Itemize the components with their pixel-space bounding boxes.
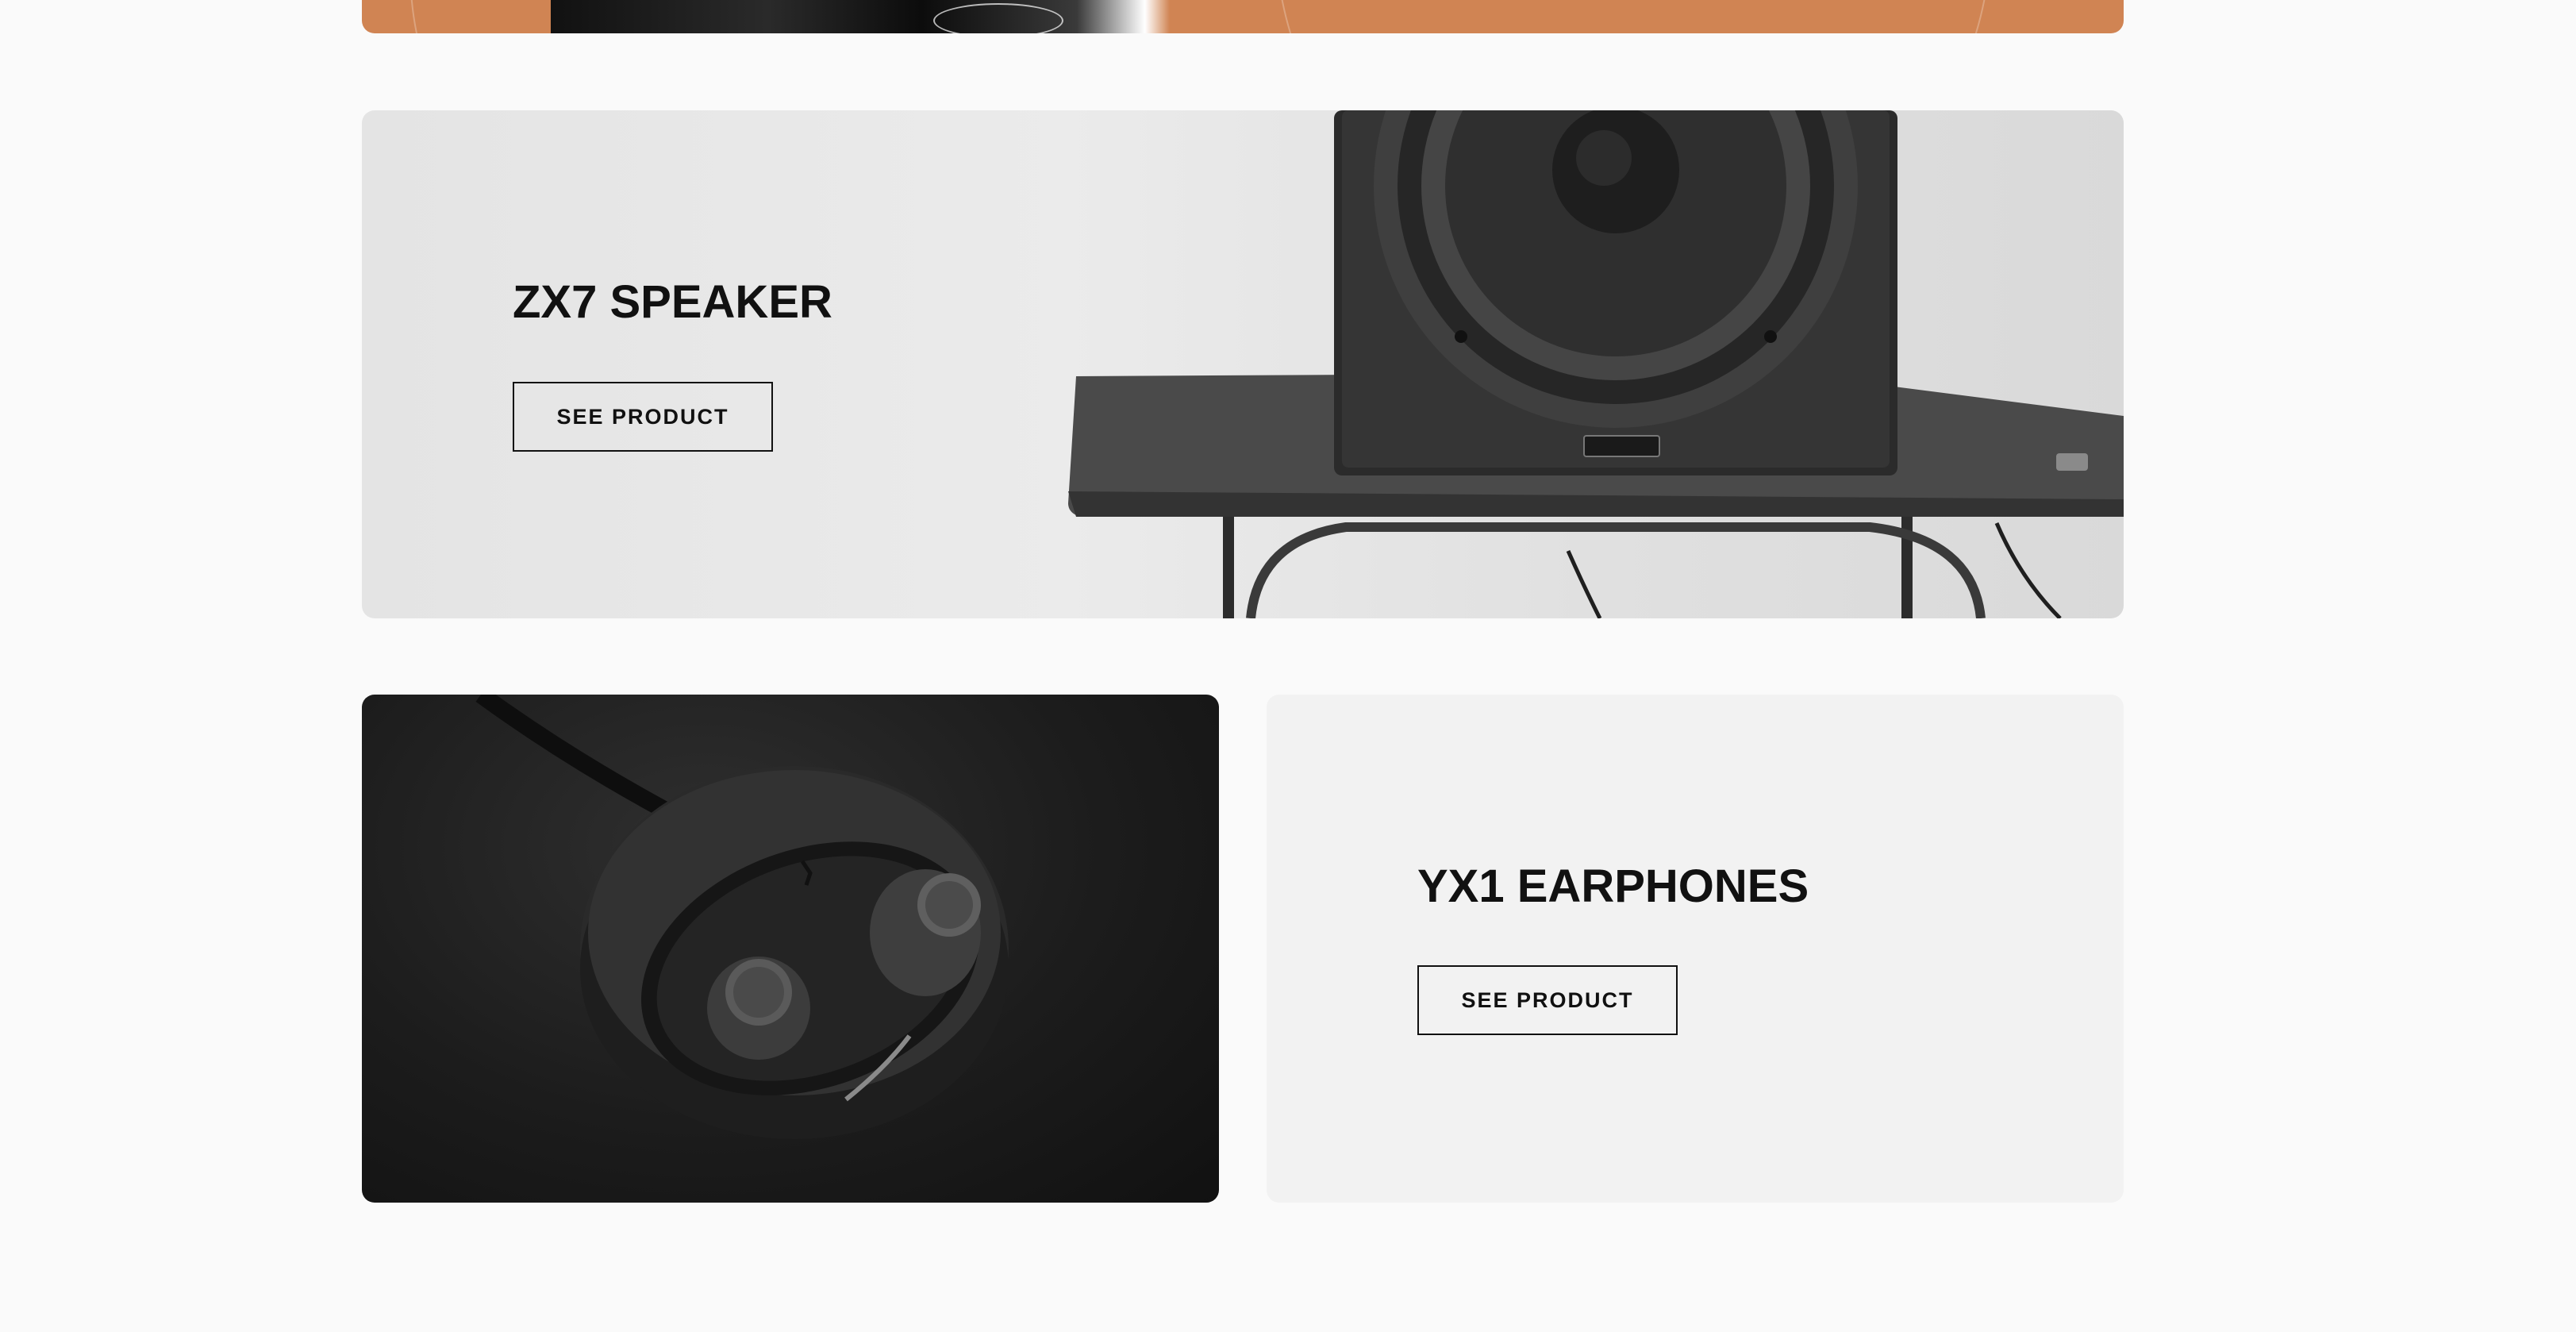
yx1-earphones-card: YX1 EARPHONES SEE PRODUCT xyxy=(1267,695,2124,1203)
zx7-product-title: ZX7 SPEAKER xyxy=(513,276,832,328)
zx7-see-product-button[interactable]: SEE PRODUCT xyxy=(513,382,773,452)
speaker-brand-logo xyxy=(933,3,1063,33)
earphones-case-illustration xyxy=(475,695,1009,1139)
banner-decorative-ring xyxy=(1275,0,1992,33)
featured-product-banner xyxy=(362,0,2124,33)
yx1-see-product-button[interactable]: SEE PRODUCT xyxy=(1417,965,1678,1035)
yx1-earphones-image xyxy=(362,695,1219,1203)
banner-speaker-image xyxy=(551,0,1170,33)
zx7-speaker-card: ZX7 SPEAKER SEE PRODUCT xyxy=(362,110,2124,618)
zx7-speaker-image xyxy=(1068,110,2124,618)
yx1-product-title: YX1 EARPHONES xyxy=(1417,860,1809,912)
